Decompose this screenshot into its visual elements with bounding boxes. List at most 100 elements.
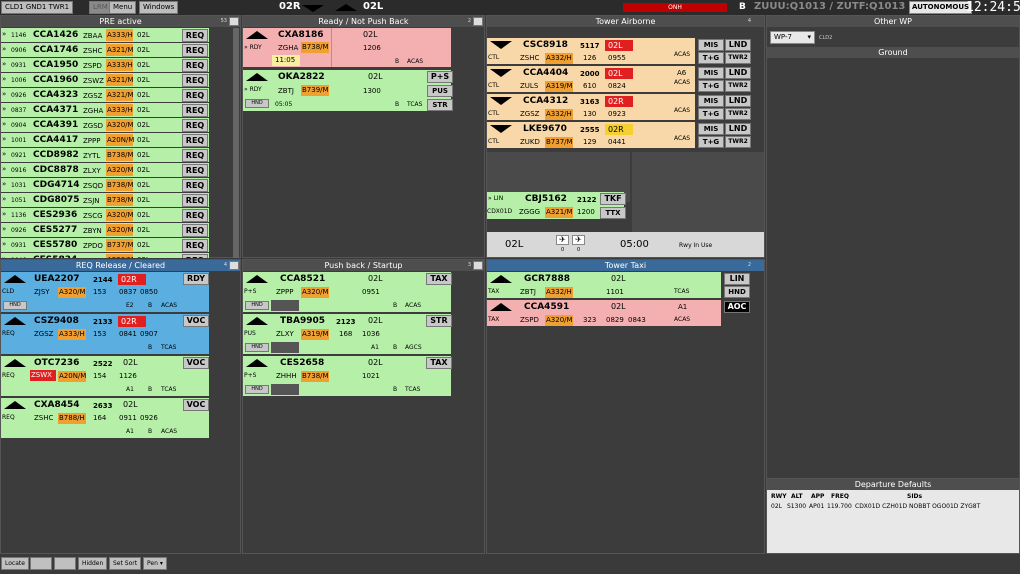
callsign[interactable]: UEA2207 xyxy=(34,274,79,284)
runway[interactable]: 02R xyxy=(118,316,146,327)
missed-approach-button[interactable]: MIS xyxy=(698,67,724,79)
flight-strip[interactable]: CTL LKE9670 2555 02R ZUKD B737/M 129 0441 ACAS xyxy=(487,122,695,149)
push-button[interactable]: PUS xyxy=(427,85,453,97)
callsign[interactable]: CDG4714 xyxy=(33,180,80,190)
runway[interactable]: 02L xyxy=(137,181,150,189)
taxi-to-button[interactable]: TTX xyxy=(600,207,626,219)
callsign[interactable]: CSC8918 xyxy=(523,40,568,50)
flight-strip[interactable]: » RDY HND OKA2822 ZBTJ B739/M 02L 1300 0… xyxy=(243,70,451,112)
push-start-button[interactable]: P+S xyxy=(427,71,453,83)
list-item[interactable]: » 0926 CES5277 ZBYN A320/M 02L REQ xyxy=(1,223,209,238)
runway[interactable]: 02R xyxy=(605,124,633,135)
callsign[interactable]: LKE9670 xyxy=(523,124,567,134)
flight-strip[interactable]: PUS HND TBA9905 2123 02L ZLXY A319/M 168 1036 A1 B… xyxy=(243,314,451,355)
runway[interactable]: 02L xyxy=(137,46,150,54)
list-item[interactable]: » 1051 CDG8075 ZSJN B738/M 02L REQ xyxy=(1,193,209,208)
runway[interactable]: 02L xyxy=(137,166,150,174)
hnd-button[interactable]: HND xyxy=(245,301,269,310)
callsign[interactable]: CES5834 xyxy=(33,255,77,258)
req-button[interactable]: REQ xyxy=(182,194,208,207)
flight-strip[interactable]: REQ CXA8454 2633 02L ZSHC B788/H 164 0911 0926 A1… xyxy=(1,398,209,439)
hnd-button[interactable]: HND xyxy=(3,301,27,310)
touch-go-button[interactable]: T+G xyxy=(698,108,724,120)
req-button[interactable]: REQ xyxy=(182,179,208,192)
list-item[interactable]: » 0931 CES5780 ZPDO B737/M 02L REQ xyxy=(1,238,209,253)
position-tabs[interactable]: CLD1 GND1 TWR1 xyxy=(1,1,74,14)
list-item[interactable]: » 1136 CES2936 ZSCG A320/M 02L REQ xyxy=(1,208,209,223)
callsign[interactable]: CCA4323 xyxy=(33,90,78,100)
land-button[interactable]: LND xyxy=(725,95,751,107)
list-item[interactable]: » 0926 CCA4323 ZGSZ A321/M 02L REQ xyxy=(1,88,209,103)
touch-go-button[interactable]: T+G xyxy=(698,52,724,64)
land-button[interactable]: LND xyxy=(725,67,751,79)
hnd-button[interactable]: HND xyxy=(724,286,750,298)
action-button[interactable]: TAX xyxy=(426,357,452,369)
set-sort-button[interactable]: Set Sort xyxy=(109,557,142,570)
list-item[interactable]: » 0837 CCA4371 ZGHA A333/H 02L REQ xyxy=(1,103,209,118)
hnd-button[interactable]: HND xyxy=(245,343,269,352)
runway[interactable]: 02L xyxy=(123,400,138,409)
settings-icon[interactable] xyxy=(473,261,483,270)
runway[interactable]: 02L xyxy=(368,274,383,283)
callsign[interactable]: CCD8982 xyxy=(33,150,79,160)
req-button[interactable]: REQ xyxy=(182,74,208,87)
aoc-button[interactable]: AOC xyxy=(724,301,750,313)
blank-button-2[interactable] xyxy=(54,557,76,570)
runway[interactable]: 02L xyxy=(363,30,378,39)
flight-strip[interactable]: P+S HND CCA8521 02L ZPPP A320/M 0951 B ACAS xyxy=(243,272,451,313)
action-button[interactable]: VOC xyxy=(183,315,209,327)
departure-plane-icon[interactable]: ✈ xyxy=(556,235,569,245)
runway[interactable]: 02L xyxy=(137,76,150,84)
autonomous-button[interactable]: AUTONOMOUS xyxy=(909,1,973,14)
list-item[interactable]: » 1031 CDG4714 ZSQD B738/M 02L REQ xyxy=(1,178,209,193)
flight-strip[interactable]: CTL CSC8918 5117 02L ZSHC A332/H 126 0955 ACAS xyxy=(487,38,695,65)
flight-strip[interactable]: P+S HND CES2658 02L ZHHH B738/M 1021 B TCAS xyxy=(243,356,451,397)
hnd-button[interactable]: HND xyxy=(245,385,269,394)
callsign[interactable]: CES5780 xyxy=(33,240,77,250)
callsign[interactable]: CDC8878 xyxy=(33,165,79,175)
tower2-button[interactable]: TWR2 xyxy=(725,52,751,64)
settings-icon[interactable] xyxy=(473,17,483,26)
callsign[interactable]: CES2936 xyxy=(33,210,77,220)
runway[interactable]: 02L xyxy=(611,274,626,283)
callsign[interactable]: CCA4591 xyxy=(524,302,569,312)
flight-strip[interactable]: REQ CSZ9408 2133 02R ZGSZ A333/H 153 0841 0907 B T… xyxy=(1,314,209,355)
callsign[interactable]: CCA4312 xyxy=(523,96,568,106)
req-button[interactable]: REQ xyxy=(182,89,208,102)
callsign[interactable]: CXA8454 xyxy=(34,400,80,410)
runway[interactable]: 02L xyxy=(137,31,150,39)
runway[interactable]: 02L xyxy=(137,151,150,159)
list-item[interactable]: » 1006 CCA1960 ZSWZ A321/M 02L REQ xyxy=(1,73,209,88)
callsign[interactable]: CCA1960 xyxy=(33,75,78,85)
settings-icon[interactable] xyxy=(229,261,239,270)
touch-go-button[interactable]: T+G xyxy=(698,136,724,148)
runway[interactable]: 02L xyxy=(137,136,150,144)
list-item[interactable]: » 0916 CDC8878 ZLXY A320/M 02L REQ xyxy=(1,163,209,178)
list-item[interactable]: » 0931 CCA1950 ZSPD A333/H 02L REQ xyxy=(1,58,209,73)
runway[interactable]: 02L xyxy=(137,61,150,69)
callsign[interactable]: CES2658 xyxy=(280,358,324,368)
missed-approach-button[interactable]: MIS xyxy=(698,39,724,51)
flight-strip[interactable]: TAX GCR7888 02L ZBTJ A332/H 1101 TCAS xyxy=(487,272,721,299)
startup-button[interactable]: STR xyxy=(427,99,453,111)
runway[interactable]: 02L xyxy=(123,358,138,367)
callsign[interactable]: CCA1426 xyxy=(33,30,78,40)
callsign[interactable]: CBJ5162 xyxy=(525,194,567,204)
locate-button[interactable]: Locate xyxy=(1,557,29,570)
tower2-button[interactable]: TWR2 xyxy=(725,136,751,148)
runway[interactable]: 02L xyxy=(137,226,150,234)
touch-go-button[interactable]: T+G xyxy=(698,80,724,92)
list-item[interactable]: » 0904 CCA4391 ZGSD A320/M 02L REQ xyxy=(1,118,209,133)
callsign[interactable]: CCA1746 xyxy=(33,45,78,55)
list-item[interactable]: » 1046 CES5834 ZSPD A320/M02L REQ xyxy=(1,253,209,258)
runway[interactable]: 02L xyxy=(137,241,150,249)
menu-button[interactable]: Menu xyxy=(109,1,137,14)
runway[interactable]: 02L xyxy=(605,40,633,51)
req-button[interactable]: REQ xyxy=(182,104,208,117)
callsign[interactable]: OKA2822 xyxy=(278,72,325,82)
callsign[interactable]: CXA8186 xyxy=(278,30,324,40)
callsign[interactable]: CES5277 xyxy=(33,225,77,235)
action-button[interactable]: STR xyxy=(426,315,452,327)
scrollbar[interactable] xyxy=(233,28,239,258)
land-button[interactable]: LND xyxy=(725,39,751,51)
